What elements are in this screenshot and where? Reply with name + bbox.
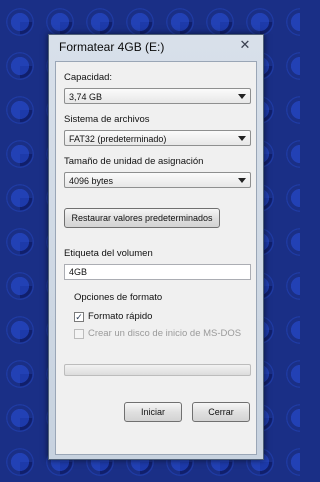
filesystem-select[interactable]: FAT32 (predeterminado) bbox=[64, 130, 251, 146]
close-button[interactable]: Cerrar bbox=[192, 402, 250, 422]
capacity-label: Capacidad: bbox=[64, 72, 113, 83]
title-bar[interactable]: Formatear 4GB (E:) ✕ bbox=[49, 35, 263, 61]
close-icon[interactable]: ✕ bbox=[237, 37, 253, 53]
msdos-disk-label: Crear un disco de inicio de MS-DOS bbox=[88, 328, 242, 339]
window-title: Formatear 4GB (E:) bbox=[59, 40, 165, 54]
allocation-value: 4096 bytes bbox=[69, 176, 114, 186]
quick-format-label: Formato rápido bbox=[88, 311, 153, 322]
allocation-label: Tamaño de unidad de asignación bbox=[64, 156, 204, 167]
start-button[interactable]: Iniciar bbox=[124, 402, 182, 422]
volume-label: Etiqueta del volumen bbox=[64, 248, 153, 259]
allocation-select[interactable]: 4096 bytes bbox=[64, 172, 251, 188]
capacity-value: 3,74 GB bbox=[69, 92, 103, 102]
format-dialog: Formatear 4GB (E:) ✕ Capacidad: 3,74 GB … bbox=[48, 34, 264, 460]
volume-label-input[interactable]: 4GB bbox=[64, 264, 251, 280]
chevron-down-icon bbox=[238, 94, 246, 99]
filesystem-label: Sistema de archivos bbox=[64, 114, 150, 125]
restore-defaults-button[interactable]: Restaurar valores predeterminados bbox=[64, 208, 220, 228]
dialog-body: Capacidad: 3,74 GB Sistema de archivos F… bbox=[55, 61, 257, 455]
filesystem-value: FAT32 (predeterminado) bbox=[69, 134, 167, 144]
format-progress-bar bbox=[64, 364, 251, 376]
chevron-down-icon bbox=[238, 136, 246, 141]
checkbox-empty-icon bbox=[74, 329, 84, 339]
format-options-label: Opciones de formato bbox=[74, 292, 163, 303]
checkmark-icon: ✓ bbox=[74, 312, 84, 322]
chevron-down-icon bbox=[238, 178, 246, 183]
capacity-select[interactable]: 3,74 GB bbox=[64, 88, 251, 104]
